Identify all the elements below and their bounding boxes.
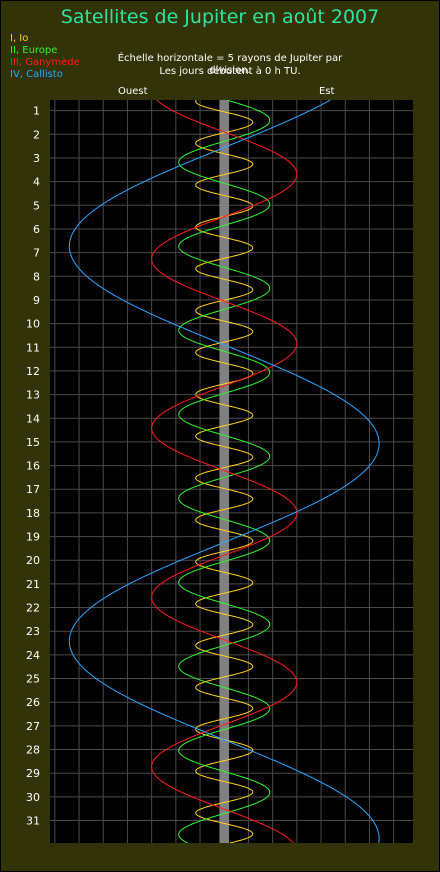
y-tick-label: 15 — [26, 436, 40, 449]
y-tick-label: 9 — [33, 294, 40, 307]
y-tick-label: 18 — [26, 507, 40, 520]
y-tick-label: 4 — [33, 176, 40, 189]
y-tick-label: 17 — [26, 483, 40, 496]
y-axis: 1234567891011121314151617181920212223242… — [26, 105, 40, 828]
y-tick-label: 6 — [33, 223, 40, 236]
y-tick-label: 19 — [26, 531, 40, 544]
legend-callisto: IV, Callisto — [10, 69, 63, 80]
days-note: Les jours débutent à 0 h TU. — [159, 66, 301, 77]
y-tick-label: 1 — [33, 105, 40, 118]
y-tick-label: 13 — [26, 389, 40, 402]
y-tick-label: 21 — [26, 578, 40, 591]
plot-area — [50, 100, 413, 843]
y-tick-label: 23 — [26, 625, 40, 638]
y-tick-label: 2 — [33, 128, 40, 141]
y-tick-label: 28 — [26, 744, 40, 757]
y-tick-label: 26 — [26, 696, 40, 709]
y-tick-label: 3 — [33, 152, 40, 165]
y-tick-label: 25 — [26, 673, 40, 686]
legend-europe: II, Europe — [10, 45, 58, 56]
y-tick-label: 16 — [26, 460, 40, 473]
y-tick-label: 14 — [26, 412, 40, 425]
y-tick-label: 27 — [26, 720, 40, 733]
legend-ganymede: III, Ganymède — [10, 57, 80, 68]
y-tick-label: 5 — [33, 199, 40, 212]
y-tick-label: 8 — [33, 270, 40, 283]
y-tick-label: 31 — [26, 815, 40, 828]
satellite-chart — [50, 100, 413, 843]
y-tick-label: 12 — [26, 365, 40, 378]
y-tick-label: 24 — [26, 649, 40, 662]
east-label: Est — [319, 86, 335, 97]
chart-title: Satellites de Jupiter en août 2007 — [60, 6, 380, 28]
y-tick-label: 10 — [26, 318, 40, 331]
y-tick-label: 7 — [33, 247, 40, 260]
legend-io: I, Io — [10, 33, 29, 44]
y-tick-label: 29 — [26, 767, 40, 780]
y-tick-label: 20 — [26, 554, 40, 567]
y-tick-label: 11 — [26, 341, 40, 354]
y-tick-label: 30 — [26, 791, 40, 804]
west-label: Ouest — [118, 86, 148, 97]
y-tick-label: 22 — [26, 602, 40, 615]
